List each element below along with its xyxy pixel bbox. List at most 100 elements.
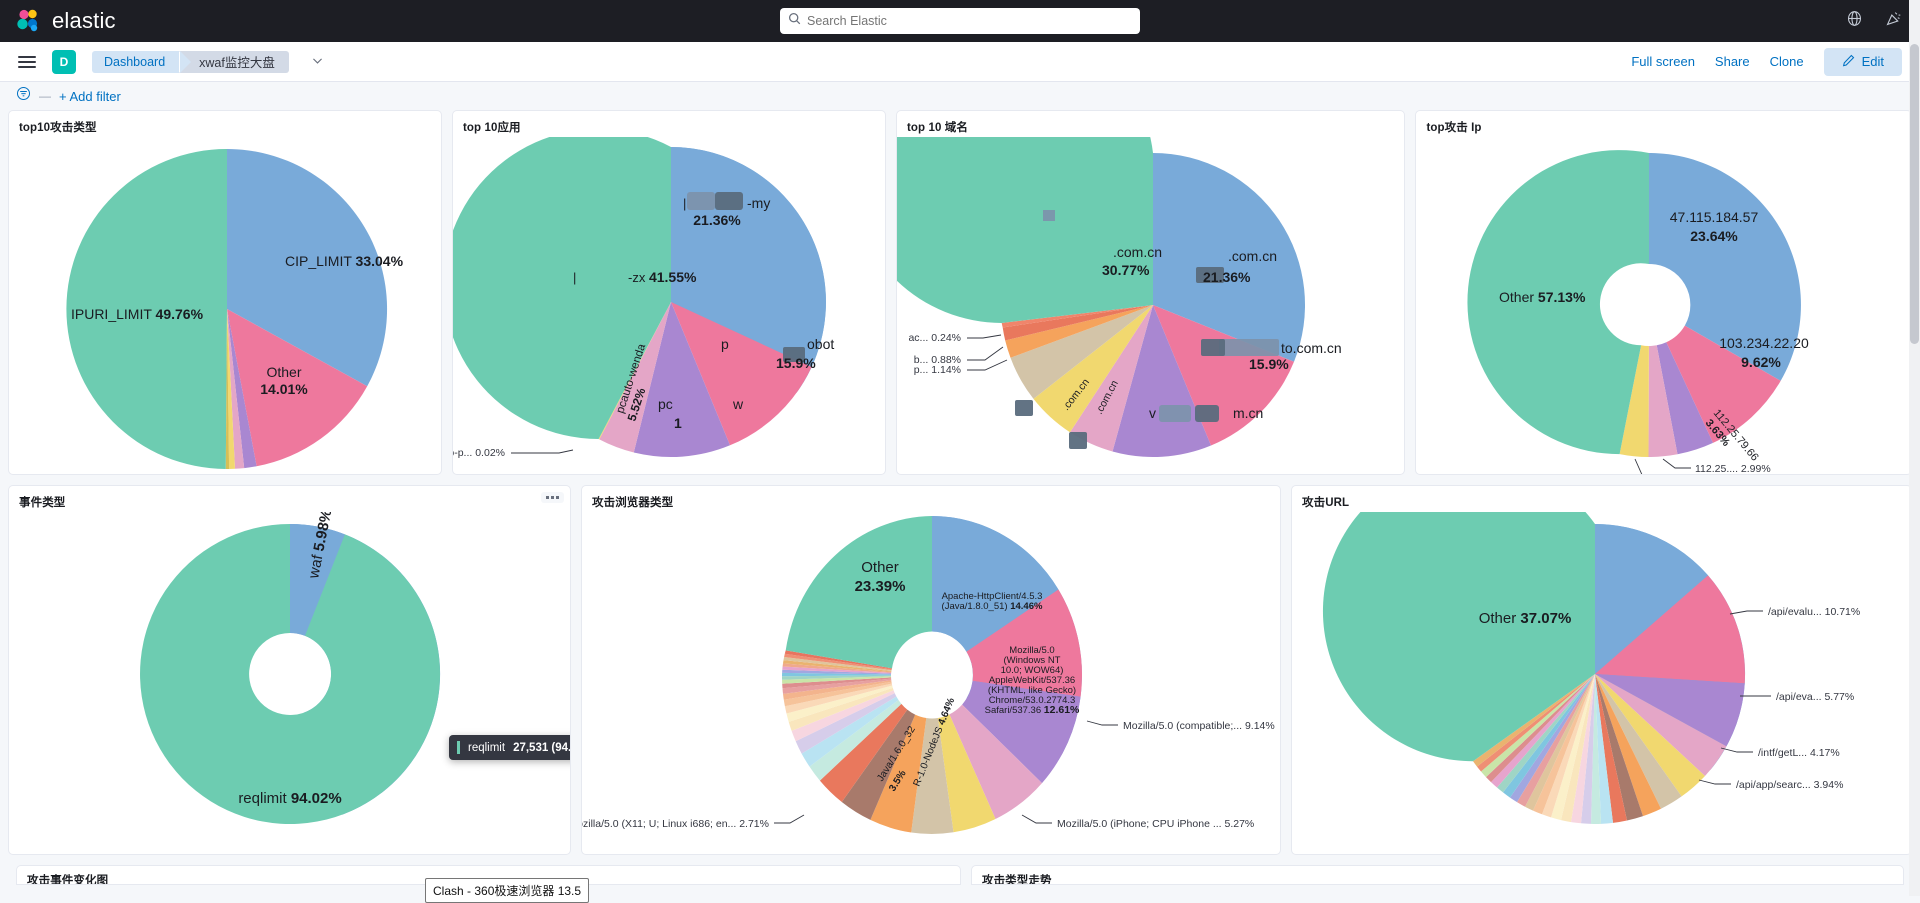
svg-text:-zx 41.55%: -zx 41.55% bbox=[628, 269, 697, 285]
filter-icon[interactable] bbox=[16, 86, 31, 106]
svg-text:21.36%: 21.36% bbox=[693, 212, 741, 228]
celebration-icon[interactable] bbox=[1885, 10, 1902, 32]
svg-text:-my: -my bbox=[747, 195, 770, 211]
panel-attack-browser[interactable]: 攻击浏览器类型 Other 23.39% Apache-HttpClient/4… bbox=[581, 485, 1281, 855]
panel-attack-url[interactable]: 攻击URL Other 37.07% /api/evalu... 10.71% … bbox=[1291, 485, 1912, 855]
brand-name: elastic bbox=[52, 8, 116, 33]
svg-text:23.39%: 23.39% bbox=[855, 578, 906, 595]
slice-label-url1: /api/evalu... 10.71% bbox=[1768, 606, 1860, 618]
slice-label-compatible: Mozilla/5.0 (compatible;... 9.14% bbox=[1123, 720, 1275, 732]
svg-text:9.62%: 9.62% bbox=[1742, 354, 1782, 370]
svg-text:to.com.cn: to.com.cn bbox=[1281, 340, 1342, 356]
dashboard-row-2: 事件类型 waf 5.98% reqlimit 94.02% reqlimit … bbox=[8, 485, 1912, 855]
tooltip-label: reqlimit bbox=[468, 741, 506, 754]
panel-context-menu-button[interactable] bbox=[541, 492, 564, 503]
slice-label-other-ip: Other 57.13% bbox=[1499, 289, 1586, 305]
edit-button-label: Edit bbox=[1861, 54, 1884, 69]
chart-attack-type[interactable]: IPURI_LIMIT 49.76% CIP_LIMIT 33.04% Othe… bbox=[9, 137, 441, 474]
slice-label-other: Other bbox=[266, 364, 301, 380]
globe-icon[interactable] bbox=[1846, 10, 1863, 32]
brand: elastic bbox=[0, 8, 116, 34]
panel-event-type[interactable]: 事件类型 waf 5.98% reqlimit 94.02% reqlimit … bbox=[8, 485, 571, 855]
slice-label-other-browser: Other bbox=[861, 559, 899, 576]
leader-line-url1 bbox=[1729, 610, 1763, 615]
leader-line-x11 bbox=[774, 814, 805, 824]
pencil-icon bbox=[1842, 54, 1855, 70]
breadcrumb-dashboard[interactable]: Dashboard bbox=[92, 50, 192, 73]
dashboard-row-3: 攻击事件变化图 攻击类型走势 bbox=[8, 865, 1912, 885]
edit-button[interactable]: Edit bbox=[1823, 47, 1902, 76]
svg-text:21.36%: 21.36% bbox=[1203, 269, 1251, 285]
panel-title: top攻击 Ip bbox=[1426, 122, 1482, 134]
chart-top10-domain[interactable]: .com.cn 30.77% .com.cn 21.36% to.com.cn … bbox=[896, 111, 1404, 474]
svg-text:|: | bbox=[573, 270, 576, 285]
page-scrollbar-track[interactable] bbox=[1909, 0, 1920, 896]
panel-title: 攻击URL bbox=[1302, 497, 1350, 509]
global-header: elastic bbox=[0, 0, 1920, 42]
slice-label-other-url: Other 37.07% bbox=[1479, 610, 1572, 627]
svg-text:pc: pc bbox=[658, 396, 673, 412]
app-badge[interactable]: D bbox=[52, 49, 76, 74]
filter-bar: — + Add filter bbox=[0, 82, 1920, 110]
leader-line-compatible bbox=[1086, 720, 1118, 726]
panel-top10-app[interactable]: top 10应用 | -zx 41.55% | -my 21.36% p obo… bbox=[451, 110, 886, 475]
leader-line-ac bbox=[966, 334, 1002, 339]
svg-text:v: v bbox=[1149, 405, 1156, 421]
dashboard-row-1: top10攻击类型 IPURI_LIMIT 49.76% CIP_LIMIT 3… bbox=[8, 110, 1912, 475]
svg-text:|: | bbox=[683, 196, 686, 211]
chart-top10-app[interactable]: | -zx 41.55% | -my 21.36% p obot 15.9% p… bbox=[452, 129, 885, 474]
panel-title: top 10应用 bbox=[462, 122, 521, 134]
tooltip-color-swatch bbox=[457, 741, 460, 754]
filter-divider: — bbox=[39, 89, 51, 103]
breadcrumb-page[interactable]: xwaf监控大盘 bbox=[179, 50, 289, 73]
panel-title: 事件类型 bbox=[19, 497, 66, 509]
page-scrollbar-thumb[interactable] bbox=[1910, 44, 1919, 344]
leader-line-b bbox=[966, 346, 1004, 361]
leader-line bbox=[510, 449, 574, 454]
chart-top-attack-ip[interactable]: 47.115.184.57 23.64% 103.234.22.20 9.62%… bbox=[1416, 137, 1911, 474]
slice-label-pcauto-p: pcauto-p... 0.02% bbox=[453, 447, 505, 459]
chart-attack-browser[interactable]: Other 23.39% Apache-HttpClient/4.5.3 (Ja… bbox=[582, 512, 1280, 854]
leader-line-iphone bbox=[1021, 814, 1052, 824]
dashboard-actions: Full screen Share Clone Edit bbox=[1631, 47, 1902, 76]
panel-attack-type[interactable]: top10攻击类型 IPURI_LIMIT 49.76% CIP_LIMIT 3… bbox=[8, 110, 442, 475]
svg-text:30.77%: 30.77% bbox=[1102, 262, 1150, 278]
slice-label-ac: ac... 0.24% bbox=[908, 332, 961, 344]
panel-title: top10攻击类型 bbox=[19, 122, 97, 134]
chart-event-type[interactable]: waf 5.98% reqlimit 94.02% bbox=[9, 508, 570, 854]
panel-attack-type-trend[interactable]: 攻击类型走势 bbox=[970, 865, 1904, 885]
svg-text:(Java/1.8.0_51) 14.46%: (Java/1.8.0_51) 14.46% bbox=[942, 601, 1043, 612]
clone-button[interactable]: Clone bbox=[1770, 54, 1804, 69]
global-search[interactable] bbox=[780, 8, 1140, 34]
slice-label-domain4: v m.cn bbox=[1149, 405, 1263, 422]
chart-hover-tooltip: reqlimit 27,531 (94.02%) bbox=[449, 735, 571, 760]
share-button[interactable]: Share bbox=[1715, 54, 1750, 69]
svg-text:m.cn: m.cn bbox=[1233, 405, 1263, 421]
hamburger-menu-icon[interactable] bbox=[18, 55, 36, 68]
leader-line-p bbox=[966, 359, 1008, 371]
svg-text:w: w bbox=[732, 396, 744, 412]
slice-label-iphone: Mozilla/5.0 (iPhone; CPU iPhone ... 5.27… bbox=[1057, 818, 1254, 830]
chart-attack-url[interactable]: Other 37.07% /api/evalu... 10.71% /api/e… bbox=[1292, 486, 1911, 854]
panel-top10-domain[interactable]: top 10 域名 .com.cn 30.77% .com.cn 21.36% … bbox=[895, 110, 1406, 475]
panel-title: top 10 域名 bbox=[906, 122, 968, 134]
full-screen-button[interactable]: Full screen bbox=[1631, 54, 1695, 69]
slice-label-ip2: 103.234.22.20 bbox=[1720, 335, 1810, 351]
tooltip-value: 27,531 (94.02%) bbox=[513, 741, 571, 754]
header-actions bbox=[1846, 10, 1902, 32]
search-icon bbox=[788, 12, 801, 30]
breadcrumb: Dashboard xwaf监控大盘 bbox=[92, 50, 289, 73]
search-input[interactable] bbox=[807, 14, 1132, 28]
svg-text:23.64%: 23.64% bbox=[1691, 228, 1739, 244]
slice-label-url4: /api/app/searc... 3.94% bbox=[1736, 779, 1843, 791]
svg-text:p: p bbox=[721, 336, 729, 352]
browser-title-tooltip: Clash - 360极速浏览器 13.5 bbox=[425, 878, 590, 903]
svg-text:15.9%: 15.9% bbox=[776, 355, 816, 371]
add-filter-button[interactable]: + Add filter bbox=[59, 89, 121, 104]
svg-text:.com.cn: .com.cn bbox=[1228, 248, 1277, 264]
chevron-down-icon[interactable] bbox=[311, 54, 324, 70]
slice-label-url3: /intf/getL... 4.17% bbox=[1758, 747, 1840, 759]
panel-title: 攻击浏览器类型 bbox=[592, 497, 674, 509]
slice-label-url2: /api/eva... 5.77% bbox=[1776, 691, 1854, 703]
panel-top-attack-ip[interactable]: top攻击 Ip 47.115.184.57 23.64% 103.234.22… bbox=[1415, 110, 1912, 475]
